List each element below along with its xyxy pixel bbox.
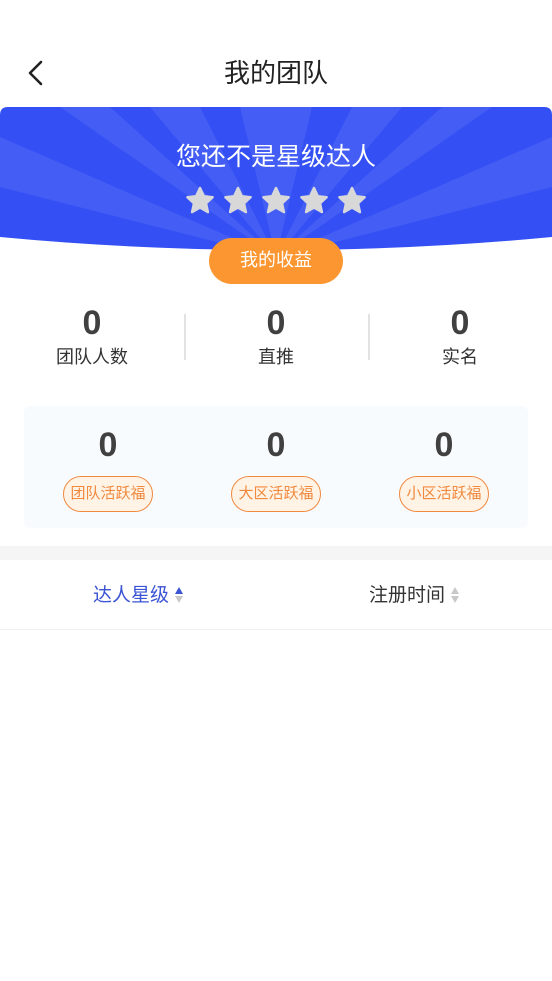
page-title: 我的团队 xyxy=(223,59,328,89)
stat-verified: 0 实名 xyxy=(368,302,552,382)
bonus-minor-zone: 0 小区活跃福 xyxy=(360,406,528,528)
star-rating xyxy=(0,185,552,217)
bonus-tag-minor-zone[interactable]: 小区活跃福 xyxy=(399,476,489,512)
activity-bonus-panel: 0 团队活跃福 0 大区活跃福 0 小区活跃福 xyxy=(24,406,528,528)
star-icon xyxy=(338,186,366,214)
section-divider xyxy=(0,546,552,560)
sort-by-register-time[interactable]: 注册时间 xyxy=(276,560,552,629)
stat-direct-referrals: 0 直推 xyxy=(184,302,368,382)
sort-arrows-icon xyxy=(451,586,459,603)
star-icon xyxy=(262,186,290,214)
bonus-team: 0 团队活跃福 xyxy=(24,406,192,528)
banner-background xyxy=(0,107,552,250)
star-icon xyxy=(186,186,214,214)
sort-label: 注册时间 xyxy=(368,583,445,606)
sort-label: 达人星级 xyxy=(92,583,169,606)
bonus-tag-team[interactable]: 团队活跃福 xyxy=(63,476,153,512)
sort-by-star-level[interactable]: 达人星级 xyxy=(0,560,276,629)
nav-bar: 我的团队 xyxy=(0,40,552,108)
stat-label: 实名 xyxy=(442,347,478,368)
stat-label: 直推 xyxy=(258,347,294,368)
bonus-major-zone: 0 大区活跃福 xyxy=(192,406,360,528)
team-stats: 0 团队人数 0 直推 0 实名 xyxy=(0,302,552,382)
bonus-value: 0 xyxy=(98,426,118,464)
stat-label: 团队人数 xyxy=(56,347,128,368)
star-icon xyxy=(224,186,252,214)
star-banner: 您还不是星级达人 xyxy=(0,107,552,257)
bonus-value: 0 xyxy=(266,426,286,464)
banner-title: 您还不是星级达人 xyxy=(175,142,376,171)
bonus-value: 0 xyxy=(434,426,454,464)
my-income-button[interactable]: 我的收益 xyxy=(209,238,343,284)
stat-team-members: 0 团队人数 xyxy=(0,302,184,382)
bonus-tag-major-zone[interactable]: 大区活跃福 xyxy=(231,476,321,512)
star-icon xyxy=(300,186,328,214)
sort-bar: 达人星级 注册时间 xyxy=(0,560,552,630)
stat-value: 0 xyxy=(450,304,470,342)
sort-arrows-icon xyxy=(175,586,183,603)
stat-value: 0 xyxy=(82,304,102,342)
stat-value: 0 xyxy=(266,304,286,342)
